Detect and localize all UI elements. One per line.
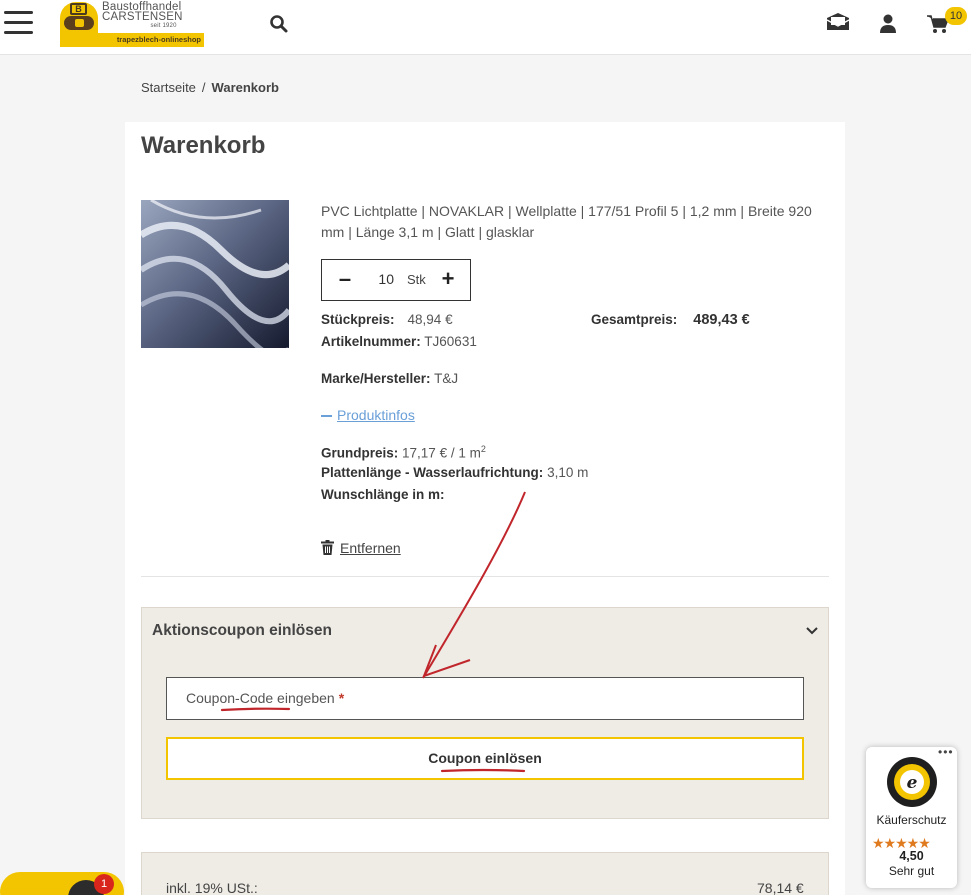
user-icon[interactable] — [879, 14, 897, 34]
coupon-code-input[interactable]: Coupon-Code eingeben * — [166, 677, 804, 720]
base-price: Grundpreis: 17,17 € / 1 m2 — [321, 444, 486, 461]
breadcrumb-home[interactable]: Startseite — [141, 80, 196, 95]
vat-label: inkl. 19% USt.: — [166, 880, 258, 895]
redeem-coupon-button[interactable]: Coupon einlösen — [166, 737, 804, 780]
divider — [141, 576, 829, 577]
site-header: B Baustoffhandel CARSTENSEN seit 1920 tr… — [0, 0, 971, 55]
coupon-input-placeholder: Coupon-Code eingeben — [186, 690, 335, 706]
quantity-stepper: – 10 Stk + — [321, 259, 471, 301]
logo-tagline: trapezblech-onlineshop — [60, 33, 204, 47]
quantity-unit: Stk — [407, 272, 426, 287]
remove-button[interactable]: Entfernen — [321, 540, 401, 556]
product-image[interactable] — [141, 200, 289, 348]
quantity-input[interactable]: 10 — [372, 271, 394, 287]
logo-mark: B Baustoffhandel CARSTENSEN seit 1920 — [60, 1, 204, 33]
trusted-shops-menu[interactable]: ••• — [938, 745, 954, 759]
collapse-icon — [321, 415, 332, 418]
page-title: Warenkorb — [141, 132, 266, 159]
quantity-decrease-button[interactable]: – — [325, 260, 365, 300]
vat-value: 78,14 € — [757, 880, 804, 895]
breadcrumb-separator: / — [201, 80, 206, 95]
product-info-toggle[interactable]: Produktinfos — [321, 407, 415, 423]
product-name[interactable]: PVC Lichtplatte | NOVAKLAR | Wellplatte … — [321, 201, 826, 243]
chevron-down-icon[interactable] — [804, 622, 820, 638]
site-logo[interactable]: B Baustoffhandel CARSTENSEN seit 1920 tr… — [60, 1, 204, 47]
logo-truck-icon: B — [60, 2, 98, 33]
brand: Marke/Hersteller: T&J — [321, 371, 459, 386]
coupon-title[interactable]: Aktionscoupon einlösen — [152, 622, 332, 640]
menu-icon[interactable] — [4, 11, 33, 35]
breadcrumb: Startseite / Warenkorb — [141, 80, 279, 95]
plate-length: Plattenlänge - Wasserlaufrichtung: 3,10 … — [321, 465, 589, 480]
rating-text: Sehr gut — [888, 864, 935, 878]
trusted-shops-label: Käuferschutz — [876, 813, 947, 827]
trash-icon — [321, 540, 334, 555]
unit-price: Stückpreis: 48,94 € — [321, 312, 453, 327]
quantity-increase-button[interactable]: + — [428, 260, 468, 300]
search-icon[interactable] — [269, 14, 289, 34]
chat-notification-badge: 1 — [94, 874, 114, 894]
svg-text:e: e — [907, 773, 918, 793]
total-price: Gesamtpreis: 489,43 € — [591, 312, 750, 328]
article-number: Artikelnummer: TJ60631 — [321, 334, 477, 349]
desired-length: Wunschlänge in m: — [321, 487, 445, 502]
logo-text: Baustoffhandel CARSTENSEN seit 1920 — [102, 1, 183, 29]
cart-count-badge[interactable]: 10 — [945, 7, 967, 25]
breadcrumb-current: Warenkorb — [211, 80, 279, 95]
required-mark: * — [338, 690, 345, 706]
mail-icon[interactable] — [825, 12, 851, 32]
rating-score: 4,50 — [899, 849, 924, 863]
trusted-shops-seal-icon: e — [887, 757, 937, 807]
